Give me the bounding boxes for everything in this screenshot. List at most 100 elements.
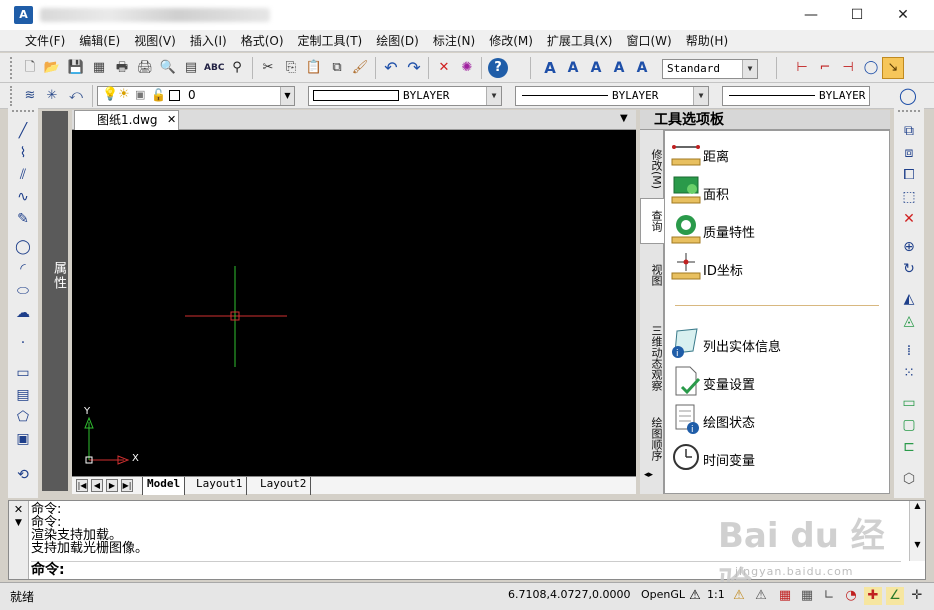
padlock-icon[interactable]: 🔓 <box>151 88 166 102</box>
lightbulb-icon[interactable]: 💡 <box>102 87 118 102</box>
hatch-icon[interactable]: ▤ <box>8 384 38 406</box>
menu-format[interactable]: 格式(O) <box>234 30 291 52</box>
scroll-up-icon[interactable]: ▲ <box>910 501 925 510</box>
scroll-down-icon[interactable]: ▼ <box>910 540 925 549</box>
layer-select[interactable]: 💡 ☀ ▣ 🔓 0 ▼ <box>97 86 295 106</box>
menu-file[interactable]: 文件(F) <box>18 30 72 52</box>
first-tab-icon[interactable]: |◀ <box>76 479 88 492</box>
menu-view[interactable]: 视图(V) <box>127 30 183 52</box>
copy-base-icon[interactable]: ⧉ <box>327 58 347 78</box>
ordinate-dimension-icon[interactable]: ⊣ <box>838 58 858 78</box>
radius-dimension-icon[interactable]: ◯ <box>861 58 881 78</box>
revision-cloud-icon[interactable]: ☁ <box>8 302 38 324</box>
palette-item-area[interactable]: 面积 <box>669 175 879 209</box>
save-all-icon[interactable]: ▦ <box>89 58 109 78</box>
command-window-handle[interactable]: ✕ ▼ <box>9 501 29 579</box>
layer-lock-icon[interactable]: ▣ <box>135 88 145 101</box>
circle-icon[interactable]: ◯ <box>8 236 38 258</box>
tab-model[interactable]: Model <box>142 477 186 495</box>
sun-icon[interactable]: ☀ <box>118 87 130 102</box>
aligned-dimension-icon[interactable]: ⌐ <box>815 58 835 78</box>
minimize-button[interactable]: — <box>788 0 834 30</box>
text-style-icon[interactable]: A <box>632 58 652 78</box>
copy-icon[interactable]: ⎘ <box>281 58 301 78</box>
polygon-icon[interactable]: ⬠ <box>8 406 38 428</box>
annotation-scale[interactable]: 1:1 <box>707 588 725 601</box>
document-tab[interactable]: 图纸1.dwg ✕ <box>74 110 179 130</box>
erase-icon[interactable]: ✕ <box>894 208 924 230</box>
layer-state-icon[interactable]: ✳ <box>42 86 62 106</box>
palette-item-time-variable[interactable]: 时间变量 <box>669 441 879 475</box>
tab-modify[interactable]: 修改(M) <box>640 140 664 198</box>
menu-modify[interactable]: 修改(M) <box>482 30 540 52</box>
text-style-select[interactable]: Standard ▼ <box>662 59 758 79</box>
drawing-canvas[interactable]: Y X <box>72 130 636 476</box>
chamfer-icon[interactable]: ▢ <box>894 414 924 436</box>
open-file-icon[interactable]: 📂 <box>42 58 62 78</box>
tab-list-dropdown-icon[interactable]: ▼ <box>620 113 628 124</box>
maximize-button[interactable]: ☐ <box>834 0 880 30</box>
region-icon[interactable]: ▣ <box>8 428 38 450</box>
explode-icon[interactable]: ⬡ <box>894 468 924 490</box>
menu-custom-tools[interactable]: 定制工具(T) <box>291 30 370 52</box>
menu-draw[interactable]: 绘图(D) <box>369 30 426 52</box>
tab-layout2[interactable]: Layout2 <box>256 477 312 495</box>
redo-icon[interactable]: ↷ <box>404 58 424 78</box>
tab-inquiry[interactable]: 查询 <box>640 198 664 244</box>
publish-icon[interactable]: ▤ <box>181 58 201 78</box>
linetype-select[interactable]: BYLAYER ▼ <box>515 86 709 106</box>
close-tab-icon[interactable]: ✕ <box>167 111 176 129</box>
undo-icon[interactable]: ↶ <box>381 58 401 78</box>
renderer-label[interactable]: OpenGL <box>641 588 685 601</box>
chevron-down-icon[interactable]: ▼ <box>742 60 757 78</box>
layer-manager-icon[interactable]: ≋ <box>20 86 40 106</box>
toolbar-grip[interactable] <box>10 57 13 79</box>
menu-window[interactable]: 窗口(W) <box>620 30 679 52</box>
fillet-icon[interactable]: ⊏ <box>894 436 924 458</box>
spline-icon[interactable]: ∿ <box>8 186 38 208</box>
toolbar-grip[interactable] <box>10 86 13 106</box>
layer-previous-icon[interactable]: ⤺ <box>66 86 86 106</box>
move-icon[interactable]: ⊕ <box>894 236 924 258</box>
toolbar-grip[interactable] <box>12 110 34 114</box>
tab-layout1[interactable]: Layout1 <box>192 477 248 495</box>
polar-icon[interactable]: ◔ <box>842 587 860 605</box>
circle-icon[interactable]: ◯ <box>898 86 918 106</box>
find-text-icon[interactable]: A <box>609 58 629 78</box>
lineweight-select[interactable]: BYLAYER <box>722 86 870 106</box>
sketch-icon[interactable]: ✎ <box>8 208 38 230</box>
tab-draw-order[interactable]: 绘图顺序 <box>640 410 664 468</box>
menu-edit[interactable]: 编辑(E) <box>72 30 127 52</box>
otrack-icon[interactable]: ∠ <box>886 587 904 605</box>
close-command-icon[interactable]: ✕ <box>9 503 28 516</box>
properties-panel-tab[interactable]: 属性 <box>42 111 68 491</box>
polyline-icon[interactable]: ⌇ <box>8 142 38 164</box>
mirror-icon[interactable]: ⧈ <box>894 142 924 164</box>
dyn-icon[interactable]: ✛ <box>908 587 926 605</box>
plot-icon[interactable]: 🖨 <box>135 58 155 78</box>
palette-item-id-point[interactable]: ID坐标 <box>669 251 879 285</box>
break-icon[interactable]: ▭ <box>894 392 924 414</box>
rectangle-icon[interactable]: ▭ <box>8 362 38 384</box>
array-icon[interactable]: ⬚ <box>894 186 924 208</box>
single-line-text-icon[interactable]: A <box>563 58 583 78</box>
extend-icon[interactable]: ⁙ <box>894 362 924 384</box>
copy-object-icon[interactable]: ⧉ <box>894 120 924 142</box>
print-icon[interactable]: 🖶 <box>112 58 132 78</box>
tabs-scroll-icon[interactable]: ◂▸ <box>644 470 653 480</box>
menu-help[interactable]: 帮助(H) <box>679 30 735 52</box>
menu-insert[interactable]: 插入(I) <box>183 30 234 52</box>
menu-extension-tools[interactable]: 扩展工具(X) <box>540 30 620 52</box>
stretch-icon[interactable]: ◬ <box>894 310 924 332</box>
save-icon[interactable]: 💾 <box>66 58 86 78</box>
linear-dimension-icon[interactable]: ⊢ <box>792 58 812 78</box>
auto-scale-icon[interactable]: ⚠ <box>752 587 770 605</box>
line-icon[interactable]: ╱ <box>8 120 38 142</box>
rotate-icon[interactable]: ↻ <box>894 258 924 280</box>
palette-item-distance[interactable]: 距离 <box>669 137 879 171</box>
object-snap-icon[interactable]: ✚ <box>864 587 882 605</box>
chevron-down-icon[interactable]: ▼ <box>693 87 708 105</box>
close-button[interactable]: ✕ <box>880 0 926 30</box>
ellipse-icon[interactable]: ⬭ <box>8 280 38 302</box>
palette-item-list-entity[interactable]: i 列出实体信息 <box>669 327 879 361</box>
